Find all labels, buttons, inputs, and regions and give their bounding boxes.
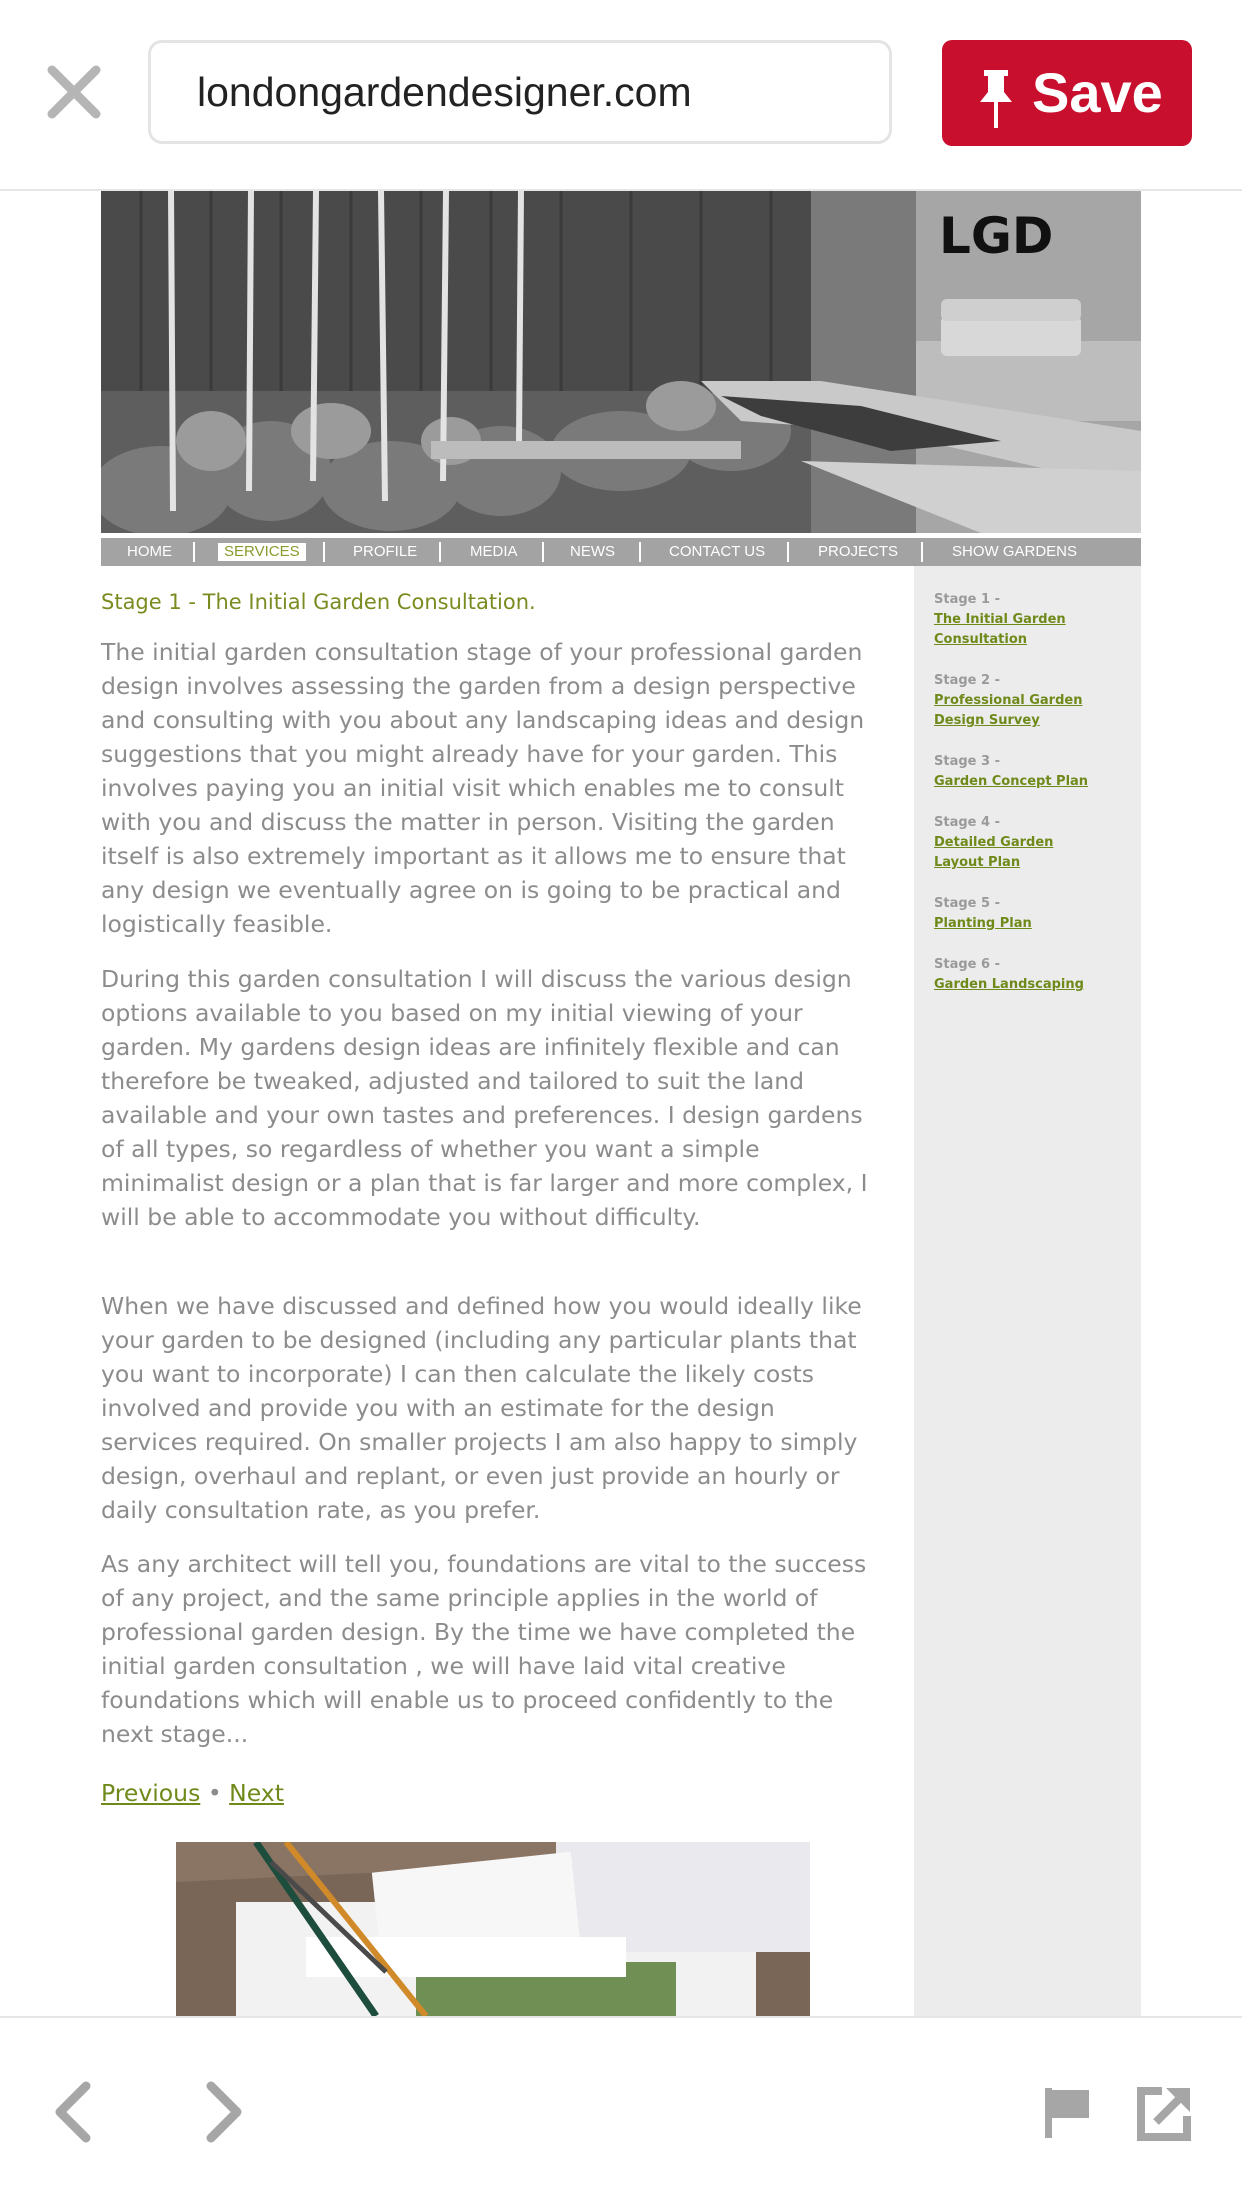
design-documents-photo (176, 1842, 810, 2016)
stage-number: Stage 6 - (934, 957, 1000, 972)
stage-number: Stage 2 - (934, 673, 1000, 688)
nav-show-gardens[interactable]: SHOW GARDENS (952, 538, 1077, 566)
nav-separator (639, 542, 641, 562)
page-heading: Stage 1 - The Initial Garden Consultatio… (101, 590, 536, 614)
nav-projects[interactable]: PROJECTS (818, 538, 898, 566)
nav-separator (921, 542, 923, 562)
site-logo: LGD (939, 207, 1053, 265)
url-text: londongardendesigner.com (197, 69, 692, 115)
article-paragraph-2: During this garden consultation I will d… (101, 965, 868, 1231)
article-paragraph-1: The initial garden consultation stage of… (101, 638, 865, 938)
stage-link[interactable]: Professional Garden Design Survey (934, 691, 1104, 731)
save-label: Save (1032, 61, 1163, 124)
nav-separator (439, 542, 441, 562)
report-button[interactable] (1045, 2088, 1091, 2138)
stage-item: Stage 3 - Garden Concept Plan (934, 752, 1104, 792)
stages-sidebar: Stage 1 - The Initial Garden Consultatio… (914, 566, 1141, 2016)
stage-item: Stage 4 - Detailed Garden Layout Plan (934, 813, 1104, 873)
stage-item: Stage 5 - Planting Plan (934, 894, 1104, 934)
nav-media[interactable]: MEDIA (470, 538, 518, 566)
stage-link[interactable]: Garden Landscaping (934, 975, 1104, 995)
nav-separator (323, 542, 325, 562)
article-paragraph-3: When we have discussed and defined how y… (101, 1292, 862, 1524)
stage-link[interactable]: Garden Concept Plan (934, 772, 1104, 792)
open-external-button[interactable] (1136, 2086, 1192, 2142)
nav-separator (193, 542, 195, 562)
url-field[interactable]: londongardendesigner.com (148, 40, 892, 144)
close-button[interactable] (44, 62, 104, 122)
stage-item: Stage 2 - Professional Garden Design Sur… (934, 671, 1104, 731)
stage-item: Stage 1 - The Initial Garden Consultatio… (934, 590, 1104, 650)
browser-bottom-bar (0, 2016, 1242, 2210)
forward-arrow-icon (206, 2081, 242, 2143)
web-content: LGD HOME SERVICES PROFILE MEDIA NEWS CON… (0, 191, 1242, 2016)
site-nav-bar: HOME SERVICES PROFILE MEDIA NEWS CONTACT… (101, 538, 1141, 566)
nav-home[interactable]: HOME (127, 538, 172, 566)
stage-link[interactable]: Detailed Garden Layout Plan (934, 833, 1104, 873)
pager-separator: • (207, 1779, 222, 1807)
stage-number: Stage 5 - (934, 896, 1000, 911)
nav-contact-us[interactable]: CONTACT US (669, 538, 765, 566)
stage-number: Stage 4 - (934, 815, 1000, 830)
nav-profile[interactable]: PROFILE (353, 538, 417, 566)
article-paragraph-4: As any architect will tell you, foundati… (101, 1550, 867, 1748)
pager: Previous • Next (101, 1779, 284, 1807)
share-external-icon (1137, 2087, 1191, 2141)
next-link[interactable]: Next (229, 1779, 284, 1807)
back-arrow-icon (55, 2081, 91, 2143)
previous-link[interactable]: Previous (101, 1779, 200, 1807)
stage-link[interactable]: Planting Plan (934, 914, 1104, 934)
back-button[interactable] (50, 2080, 94, 2144)
forward-button[interactable] (203, 2080, 247, 2144)
nav-news[interactable]: NEWS (570, 538, 615, 566)
close-icon (47, 65, 101, 119)
flag-icon (1045, 2088, 1089, 2138)
nav-separator (787, 542, 789, 562)
nav-separator (542, 542, 544, 562)
stage-item: Stage 6 - Garden Landscaping (934, 955, 1104, 995)
pin-icon (980, 70, 1012, 128)
save-button[interactable]: Save (942, 40, 1192, 146)
nav-services[interactable]: SERVICES (218, 543, 306, 561)
stage-number: Stage 1 - (934, 592, 1000, 607)
hero-garden-photo: LGD (101, 191, 1141, 533)
browser-top-bar: londongardendesigner.com Save (0, 0, 1242, 191)
stage-number: Stage 3 - (934, 754, 1000, 769)
stage-link[interactable]: The Initial Garden Consultation (934, 610, 1104, 650)
